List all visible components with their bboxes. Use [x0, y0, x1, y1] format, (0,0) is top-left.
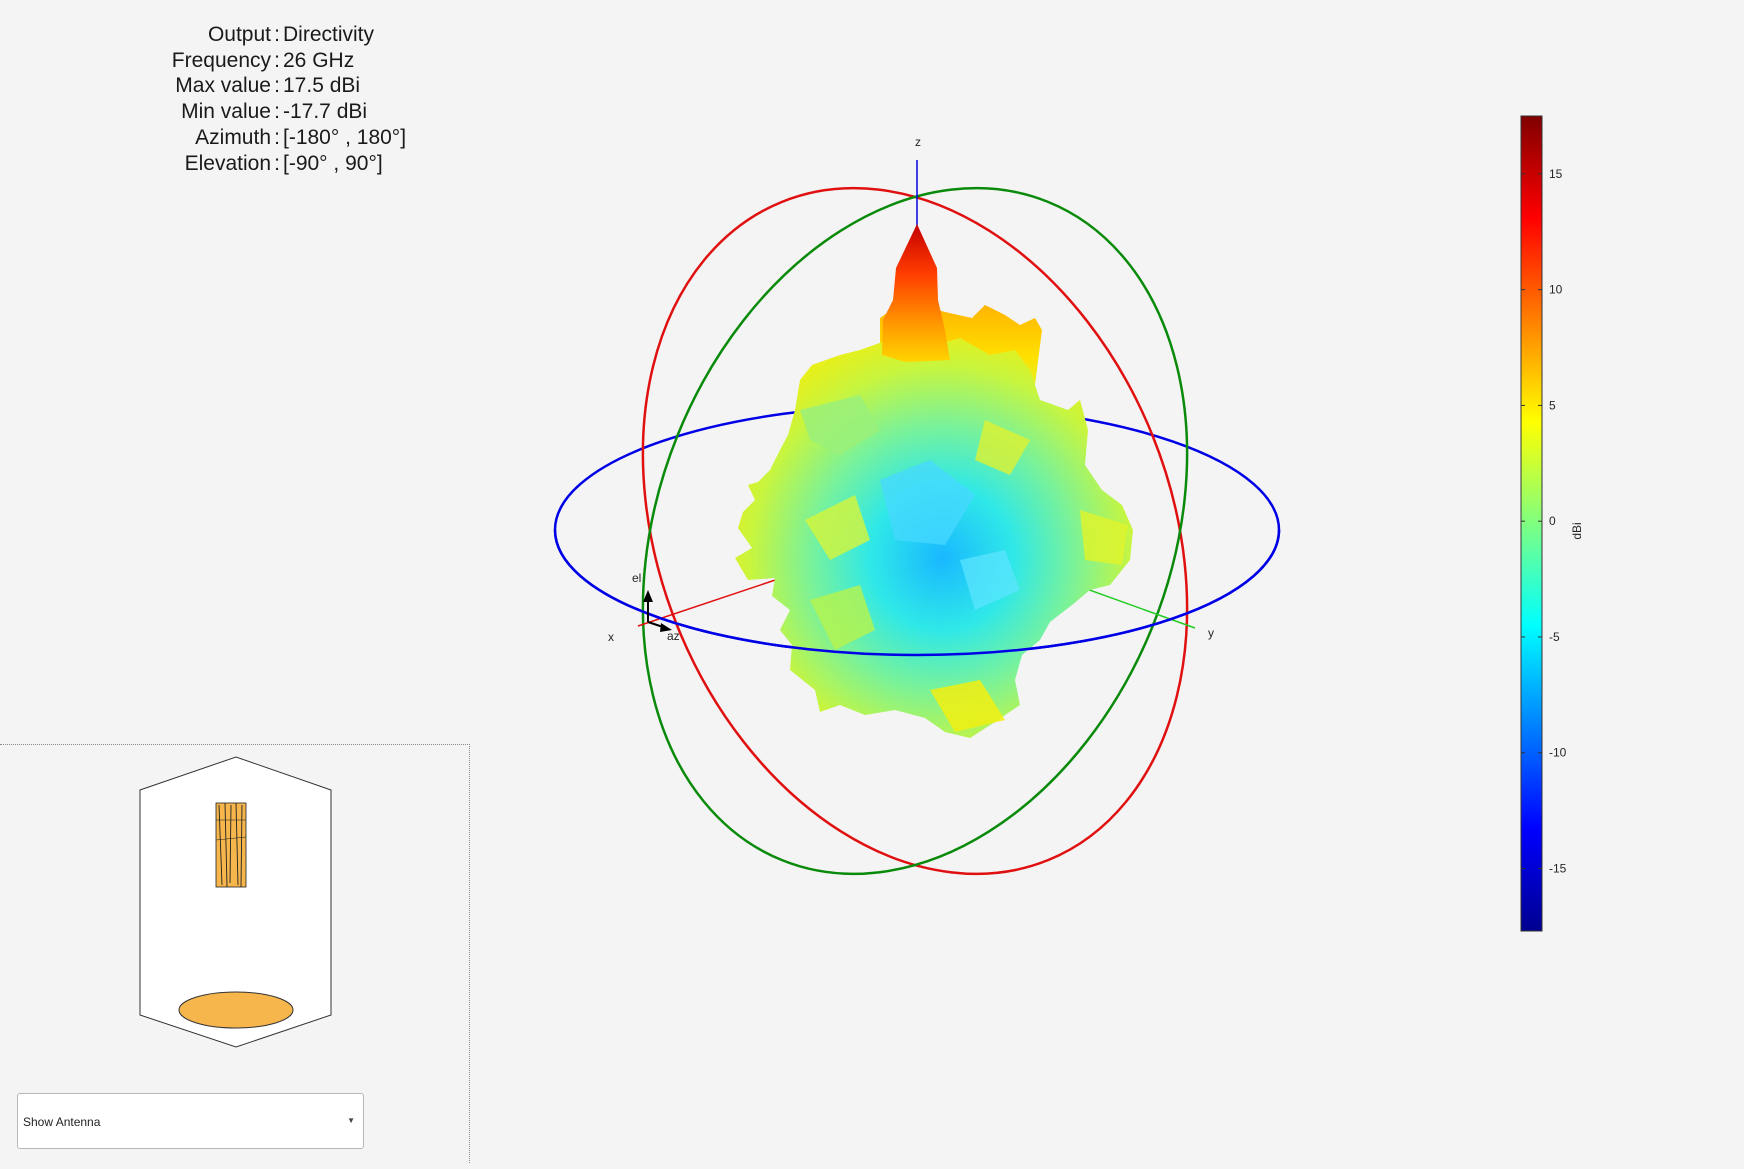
x-axis-label: x	[608, 630, 614, 644]
dropdown-selected-value: Show Antenna	[23, 1115, 101, 1129]
y-axis-label: y	[1208, 626, 1214, 640]
colorbar-tick-label: 15	[1549, 167, 1563, 181]
colorbar-tick-label: 0	[1549, 514, 1556, 528]
colorbar: 15 10 5 0 -5 -10 -15 dBi	[1520, 115, 1584, 932]
antenna-ground-plane	[178, 991, 294, 1029]
main-lobe	[882, 224, 950, 362]
antenna-radiator	[215, 802, 247, 888]
colorbar-tick-label: -15	[1549, 861, 1567, 875]
az-el-indicator: el az	[632, 571, 680, 643]
chevron-down-icon[interactable]: ▼	[347, 1094, 355, 1148]
z-axis-label: z	[915, 135, 921, 149]
colorbar-tick-label: -5	[1549, 630, 1560, 644]
colorbar-tick-label: -10	[1549, 746, 1567, 760]
colorbar-tick-label: 10	[1549, 283, 1563, 297]
colorbar-gradient	[1520, 115, 1543, 932]
el-label: el	[632, 571, 641, 585]
colorbar-label: dBi	[1570, 522, 1584, 539]
az-label: az	[667, 629, 680, 643]
radiation-pattern-surface	[735, 224, 1133, 738]
show-antenna-dropdown[interactable]: Show Antenna ▼	[17, 1093, 364, 1149]
colorbar-tick-label: 5	[1549, 398, 1556, 412]
